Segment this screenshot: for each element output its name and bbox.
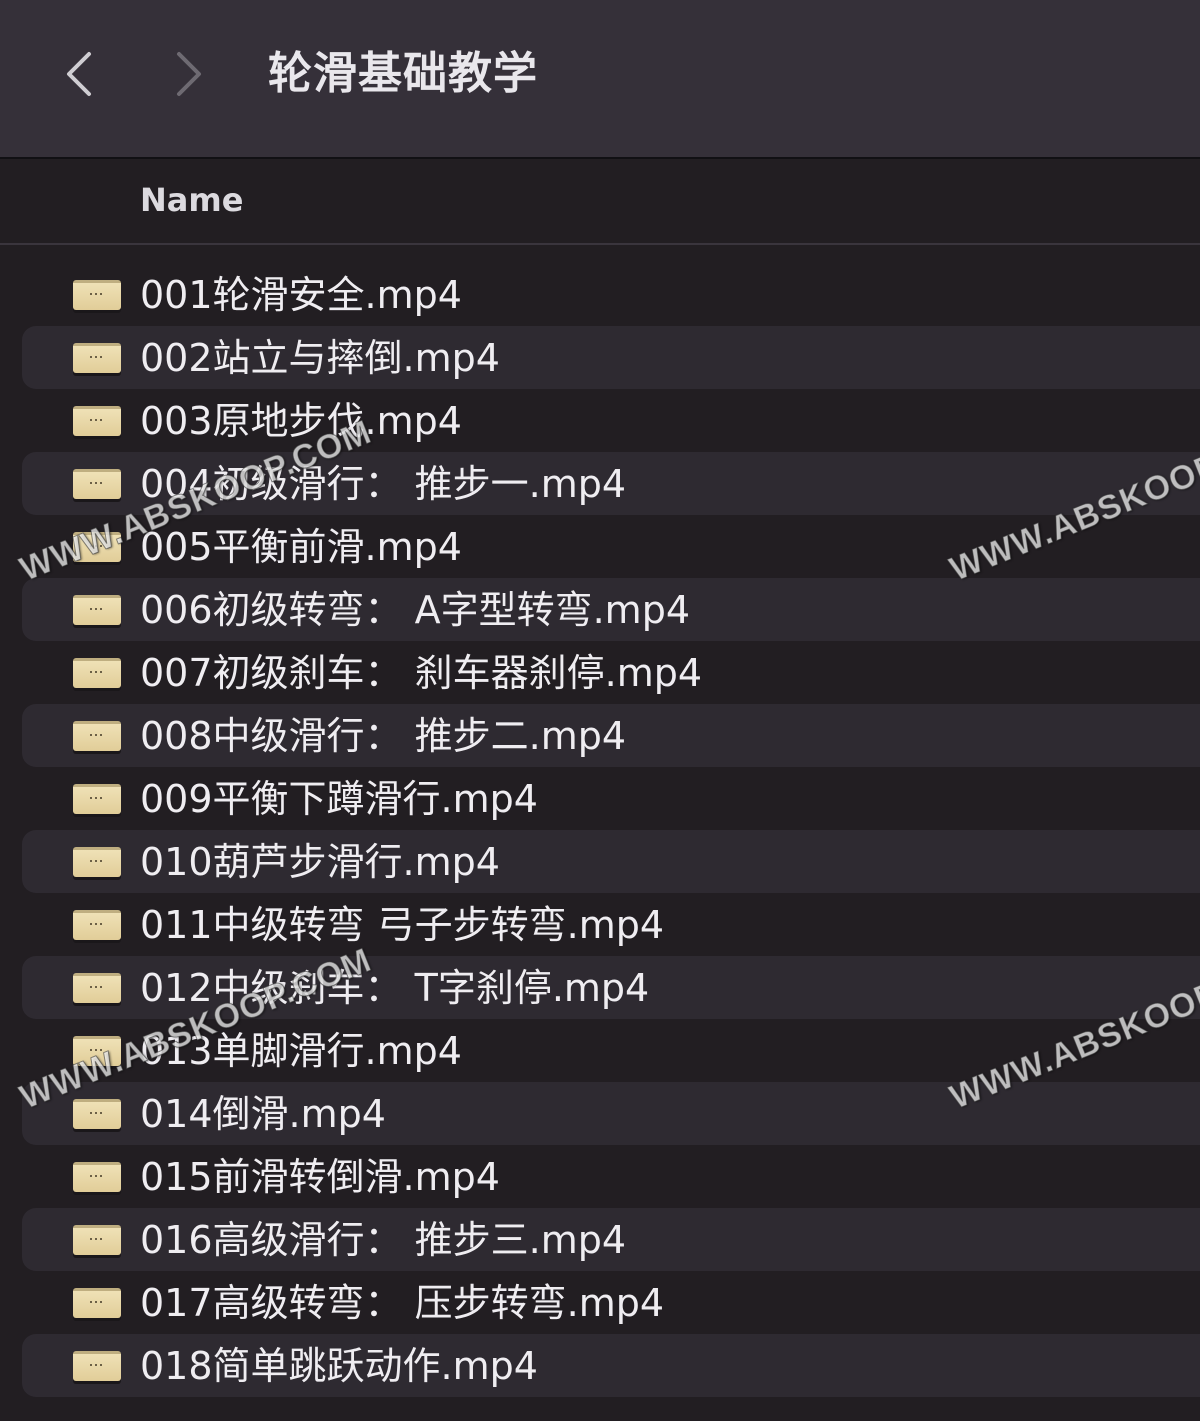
- file-row[interactable]: 001轮滑安全.mp4: [0, 263, 1200, 326]
- file-row[interactable]: 002站立与摔倒.mp4: [0, 326, 1200, 389]
- chevron-right-icon: [177, 52, 201, 96]
- file-row[interactable]: 017高级转弯： 压步转弯.mp4: [0, 1271, 1200, 1334]
- video-file-icon: [73, 1351, 121, 1381]
- file-name: 006初级转弯： A字型转弯.mp4: [140, 588, 690, 632]
- file-row[interactable]: 006初级转弯： A字型转弯.mp4: [0, 578, 1200, 641]
- video-file-icon: [73, 532, 121, 562]
- file-name: 012中级刹车： T字刹停.mp4: [140, 966, 650, 1010]
- video-file-icon: [73, 658, 121, 688]
- chevron-left-icon: [67, 52, 91, 96]
- file-row[interactable]: 014倒滑.mp4: [0, 1082, 1200, 1145]
- file-row[interactable]: 005平衡前滑.mp4: [0, 515, 1200, 578]
- back-button[interactable]: [50, 46, 106, 102]
- file-row[interactable]: 015前滑转倒滑.mp4: [0, 1145, 1200, 1208]
- file-name: 015前滑转倒滑.mp4: [140, 1155, 500, 1199]
- file-name: 016高级滑行： 推步三.mp4: [140, 1218, 627, 1262]
- file-name: 001轮滑安全.mp4: [140, 273, 462, 317]
- video-file-icon: [73, 1099, 121, 1129]
- video-file-icon: [73, 847, 121, 877]
- video-file-icon: [73, 1036, 121, 1066]
- file-row[interactable]: 007初级刹车： 刹车器刹停.mp4: [0, 641, 1200, 704]
- video-file-icon: [73, 910, 121, 940]
- file-row[interactable]: 016高级滑行： 推步三.mp4: [0, 1208, 1200, 1271]
- file-name: 002站立与摔倒.mp4: [140, 336, 500, 380]
- video-file-icon: [73, 406, 121, 436]
- video-file-icon: [73, 595, 121, 625]
- file-name: 017高级转弯： 压步转弯.mp4: [140, 1281, 665, 1325]
- file-name: 008中级滑行： 推步二.mp4: [140, 714, 627, 758]
- file-name: 003原地步伐.mp4: [140, 399, 462, 443]
- file-name: 011中级转弯 弓子步转弯.mp4: [140, 903, 665, 947]
- video-file-icon: [73, 973, 121, 1003]
- video-file-icon: [73, 1162, 121, 1192]
- file-name: 005平衡前滑.mp4: [140, 525, 462, 569]
- file-name: 007初级刹车： 刹车器刹停.mp4: [140, 651, 703, 695]
- file-row[interactable]: 010葫芦步滑行.mp4: [0, 830, 1200, 893]
- file-name: 010葫芦步滑行.mp4: [140, 840, 500, 884]
- file-name: 004初级滑行： 推步一.mp4: [140, 462, 627, 506]
- file-row[interactable]: 012中级刹车： T字刹停.mp4: [0, 956, 1200, 1019]
- file-row[interactable]: 004初级滑行： 推步一.mp4: [0, 452, 1200, 515]
- window-title: 轮滑基础教学: [268, 48, 538, 99]
- video-file-icon: [73, 343, 121, 373]
- file-row[interactable]: 003原地步伐.mp4: [0, 389, 1200, 452]
- file-row[interactable]: 009平衡下蹲滑行.mp4: [0, 767, 1200, 830]
- video-file-icon: [73, 1288, 121, 1318]
- video-file-icon: [73, 721, 121, 751]
- file-row[interactable]: 018简单跳跃动作.mp4: [0, 1334, 1200, 1397]
- file-list: 001轮滑安全.mp4 002站立与摔倒.mp4 003原地步伐.mp4 004…: [0, 263, 1200, 1397]
- column-header-name[interactable]: Name: [140, 179, 243, 221]
- video-file-icon: [73, 280, 121, 310]
- forward-button[interactable]: [162, 46, 218, 102]
- video-file-icon: [73, 784, 121, 814]
- video-file-icon: [73, 469, 121, 499]
- file-row[interactable]: 008中级滑行： 推步二.mp4: [0, 704, 1200, 767]
- file-name: 018简单跳跃动作.mp4: [140, 1344, 538, 1388]
- file-row[interactable]: 013单脚滑行.mp4: [0, 1019, 1200, 1082]
- file-name: 009平衡下蹲滑行.mp4: [140, 777, 538, 821]
- window-toolbar: 轮滑基础教学: [0, 0, 1200, 159]
- file-name: 013单脚滑行.mp4: [140, 1029, 462, 1073]
- file-row[interactable]: 011中级转弯 弓子步转弯.mp4: [0, 893, 1200, 956]
- column-header-row: Name: [0, 159, 1200, 245]
- file-name: 014倒滑.mp4: [140, 1092, 386, 1136]
- video-file-icon: [73, 1225, 121, 1255]
